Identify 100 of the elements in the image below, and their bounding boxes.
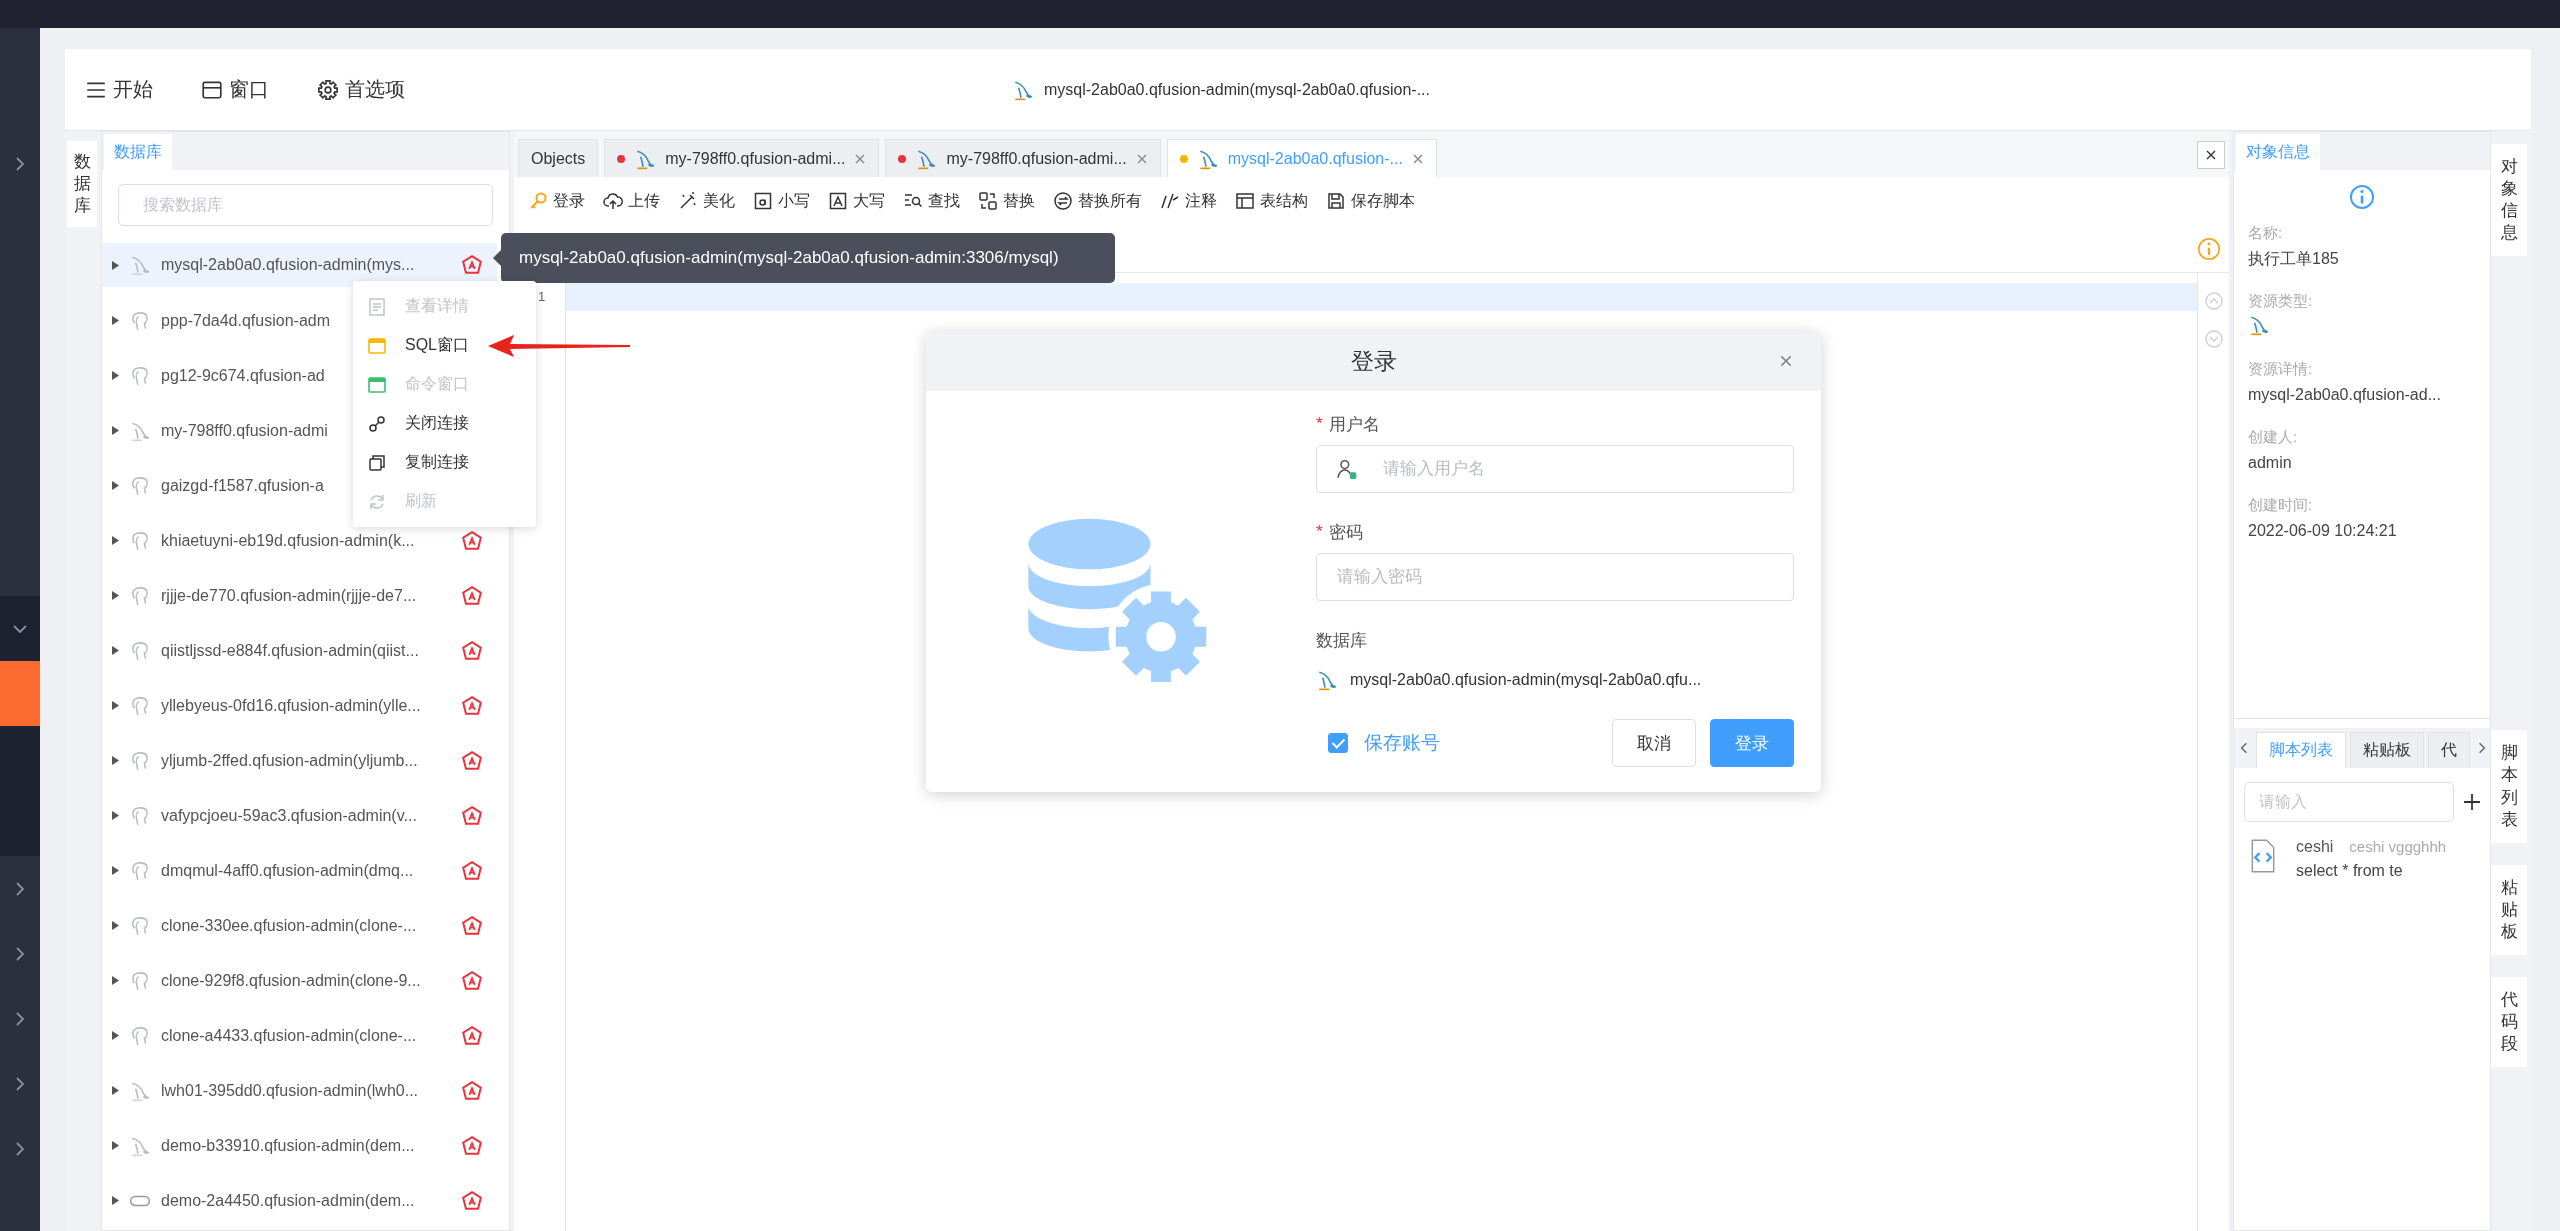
database-item[interactable]: yljumb-2ffed.qfusion-admin(yljumb... xyxy=(102,733,497,788)
field-value: 2022-06-09 10:24:21 xyxy=(2248,521,2398,541)
document-icon xyxy=(367,296,387,317)
elephant-icon xyxy=(129,639,151,662)
panel-tab[interactable]: 粘贴板 xyxy=(2350,732,2424,768)
caret-icon xyxy=(112,316,119,325)
toolbar-button[interactable]: 查找 xyxy=(903,190,960,212)
panel-tab[interactable]: 代 xyxy=(2428,732,2470,768)
database-item[interactable]: mysql-2ab0a0.qfusion-admin(mys... xyxy=(102,243,497,287)
caret-icon xyxy=(112,976,119,985)
username-field[interactable]: 请输入用户名 xyxy=(1316,445,1794,493)
database-item[interactable]: qiistljssd-e884f.qfusion-admin(qiist... xyxy=(102,623,497,678)
cloud-upload-icon xyxy=(603,191,623,211)
required-mark: * xyxy=(1316,522,1323,542)
caret-icon xyxy=(112,591,119,600)
toolbar-button[interactable]: 登录 xyxy=(528,190,585,212)
database-item[interactable]: yllebyeus-0fd16.qfusion-admin(ylle... xyxy=(102,678,497,733)
editor-tab[interactable]: my-798ff0.qfusion-admi... xyxy=(604,139,880,177)
dolphin-icon xyxy=(129,1079,151,1102)
field-value: admin xyxy=(2248,453,2293,473)
dolphin-icon xyxy=(2248,314,2270,336)
side-tab[interactable]: 粘贴板 xyxy=(2491,864,2527,956)
tooltip-pointer xyxy=(493,250,501,266)
field-label: 创建时间: xyxy=(2248,495,2314,515)
tooltip: mysql-2ab0a0.qfusion-admin(mysql-2ab0a0.qfusion-admin:3306/mysql) xyxy=(501,233,1115,283)
close-icon xyxy=(1779,354,1793,368)
script-name: ceshi xyxy=(2296,838,2334,856)
close-icon xyxy=(1411,152,1424,165)
save-icon xyxy=(1326,191,1346,211)
elephant-icon xyxy=(129,364,151,387)
field-value: 执行工单185 xyxy=(2248,249,2340,269)
database-item[interactable]: demo-b33910.qfusion-admin(dem... xyxy=(102,1118,497,1173)
caret-icon xyxy=(112,371,119,380)
menu-item[interactable]: SQL窗口 xyxy=(353,326,536,365)
close-button[interactable] xyxy=(2197,141,2225,169)
caret-icon xyxy=(112,536,119,545)
menu-button[interactable]: 首选项 xyxy=(317,76,405,103)
database-item[interactable]: vafypcjoeu-59ac3.qfusion-admin(v... xyxy=(102,788,497,843)
cancel-button[interactable]: 取消 xyxy=(1612,719,1696,767)
caret-icon xyxy=(112,1031,119,1040)
editor-tab[interactable]: Objects xyxy=(518,139,599,177)
database-item[interactable]: clone-330ee.qfusion-admin(clone-... xyxy=(102,898,497,953)
database-item[interactable]: lwh01-395dd0.qfusion-admin(lwh0... xyxy=(102,1063,497,1118)
database-item[interactable]: clone-929f8.qfusion-admin(clone-9... xyxy=(102,953,497,1008)
side-tab[interactable]: 对象信息 xyxy=(2491,144,2527,257)
replace-all-icon xyxy=(1053,191,1073,211)
toolbar-button[interactable]: 表结构 xyxy=(1235,190,1308,212)
dolphin-icon xyxy=(129,1134,151,1157)
info-icon xyxy=(2197,236,2221,261)
toolbar-button[interactable]: 保存脚本 xyxy=(1326,190,1415,212)
capital-letter-icon xyxy=(828,191,848,211)
menu-button[interactable]: 开始 xyxy=(85,76,153,103)
menu-button[interactable]: 窗口 xyxy=(201,76,269,103)
toolbar-button[interactable]: 美化 xyxy=(678,190,735,212)
elephant-icon xyxy=(129,474,151,497)
line-number: 1 xyxy=(536,288,547,306)
menu-item[interactable]: 复制连接 xyxy=(353,443,536,482)
elephant-icon xyxy=(129,969,151,992)
checkbox[interactable] xyxy=(1328,733,1348,753)
caret-icon xyxy=(112,1141,119,1150)
elephant-icon xyxy=(129,584,151,607)
close-button[interactable] xyxy=(1779,354,1793,368)
toolbar-button[interactable]: 注释 xyxy=(1160,190,1217,212)
elephant-icon xyxy=(129,914,151,937)
elephant-icon xyxy=(129,309,151,332)
database-item[interactable]: rjjje-de770.qfusion-admin(rjjje-de7... xyxy=(102,568,497,623)
side-tab[interactable]: 代码段 xyxy=(2491,977,2527,1068)
side-tab[interactable]: 脚本列表 xyxy=(2491,730,2527,843)
field-label: 资源详情: xyxy=(2248,359,2314,379)
menu-item[interactable]: 关闭连接 xyxy=(353,404,536,443)
close-icon xyxy=(2205,149,2217,161)
close-icon xyxy=(854,152,867,165)
script-description: ceshi vggghhh xyxy=(2349,838,2447,856)
plus-icon xyxy=(2462,792,2482,812)
dolphin-icon xyxy=(1012,78,1034,101)
toolbar-button[interactable]: 替换所有 xyxy=(1053,190,1142,212)
settings-icon xyxy=(317,78,339,101)
toolbar-button[interactable]: 大写 xyxy=(828,190,885,212)
connection-title: mysql-2ab0a0.qfusion-admin(mysql-2ab0a0.qfusion-... xyxy=(1044,80,1430,99)
table-icon xyxy=(1235,191,1255,211)
editor-tab[interactable]: my-798ff0.qfusion-admi... xyxy=(885,139,1161,177)
toolbar-button[interactable]: 上传 xyxy=(603,190,660,212)
wand-icon xyxy=(678,191,698,211)
script-preview: select * from te xyxy=(2296,862,2404,880)
search-field[interactable]: 请输入 xyxy=(2244,782,2454,822)
comment-icon xyxy=(1160,191,1180,211)
database-item[interactable]: dmqmul-4aff0.qfusion-admin(dmq... xyxy=(102,843,497,898)
elephant-icon xyxy=(129,529,151,552)
script-item[interactable]: ceshi ceshi vggghhh select * from te xyxy=(2234,832,2490,886)
toolbar-button[interactable]: 替换 xyxy=(978,190,1035,212)
database-item[interactable]: clone-a4433.qfusion-admin(clone-... xyxy=(102,1008,497,1063)
database-item[interactable]: demo-2a4450.qfusion-admin(dem... xyxy=(102,1173,497,1228)
toolbar-button[interactable]: 小写 xyxy=(753,190,810,212)
elephant-icon xyxy=(129,804,151,827)
password-field[interactable]: 请输入密码 xyxy=(1316,553,1794,601)
link-icon xyxy=(367,413,387,434)
caret-icon xyxy=(112,756,119,765)
side-tab[interactable]: 数据库 xyxy=(67,141,97,228)
search-field[interactable]: 搜索数据库 xyxy=(118,184,493,226)
dialog-title: 登录 xyxy=(1350,346,1397,376)
